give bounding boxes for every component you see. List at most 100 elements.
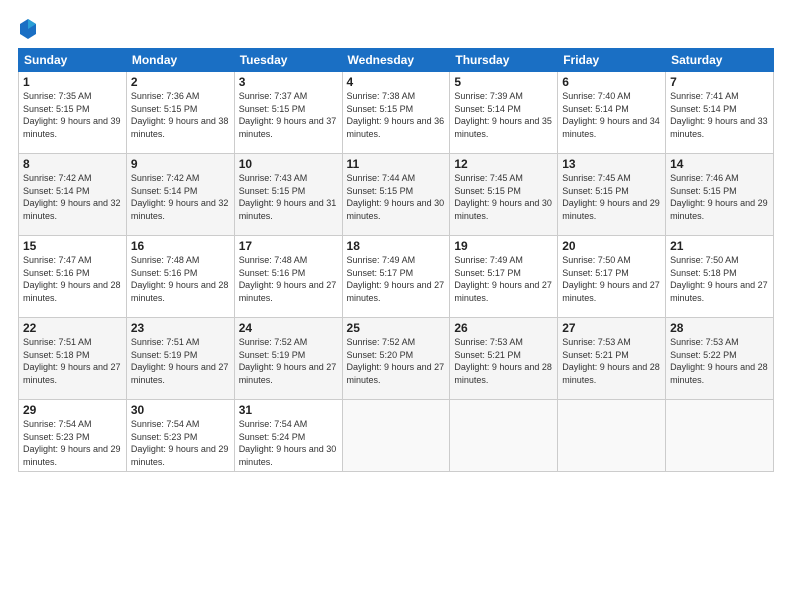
calendar-cell: 31Sunrise: 7:54 AMSunset: 5:24 PMDayligh… bbox=[234, 400, 342, 472]
day-info: Sunrise: 7:48 AMSunset: 5:16 PMDaylight:… bbox=[131, 254, 230, 304]
day-number: 2 bbox=[131, 75, 230, 89]
calendar-cell: 4Sunrise: 7:38 AMSunset: 5:15 PMDaylight… bbox=[342, 72, 450, 154]
day-number: 13 bbox=[562, 157, 661, 171]
day-number: 14 bbox=[670, 157, 769, 171]
day-number: 25 bbox=[347, 321, 446, 335]
day-info: Sunrise: 7:49 AMSunset: 5:17 PMDaylight:… bbox=[454, 254, 553, 304]
calendar-cell bbox=[666, 400, 774, 472]
calendar-cell bbox=[558, 400, 666, 472]
calendar-cell: 18Sunrise: 7:49 AMSunset: 5:17 PMDayligh… bbox=[342, 236, 450, 318]
day-info: Sunrise: 7:54 AMSunset: 5:23 PMDaylight:… bbox=[131, 418, 230, 468]
weekday-header-saturday: Saturday bbox=[666, 49, 774, 72]
day-number: 18 bbox=[347, 239, 446, 253]
day-number: 15 bbox=[23, 239, 122, 253]
calendar-cell: 16Sunrise: 7:48 AMSunset: 5:16 PMDayligh… bbox=[126, 236, 234, 318]
day-info: Sunrise: 7:47 AMSunset: 5:16 PMDaylight:… bbox=[23, 254, 122, 304]
logo bbox=[18, 18, 40, 40]
calendar-cell: 20Sunrise: 7:50 AMSunset: 5:17 PMDayligh… bbox=[558, 236, 666, 318]
day-info: Sunrise: 7:52 AMSunset: 5:20 PMDaylight:… bbox=[347, 336, 446, 386]
day-number: 24 bbox=[239, 321, 338, 335]
day-info: Sunrise: 7:40 AMSunset: 5:14 PMDaylight:… bbox=[562, 90, 661, 140]
day-number: 1 bbox=[23, 75, 122, 89]
day-number: 8 bbox=[23, 157, 122, 171]
weekday-header-friday: Friday bbox=[558, 49, 666, 72]
calendar-cell: 24Sunrise: 7:52 AMSunset: 5:19 PMDayligh… bbox=[234, 318, 342, 400]
calendar-cell: 1Sunrise: 7:35 AMSunset: 5:15 PMDaylight… bbox=[19, 72, 127, 154]
day-info: Sunrise: 7:52 AMSunset: 5:19 PMDaylight:… bbox=[239, 336, 338, 386]
day-number: 27 bbox=[562, 321, 661, 335]
calendar-cell: 13Sunrise: 7:45 AMSunset: 5:15 PMDayligh… bbox=[558, 154, 666, 236]
day-number: 6 bbox=[562, 75, 661, 89]
day-info: Sunrise: 7:49 AMSunset: 5:17 PMDaylight:… bbox=[347, 254, 446, 304]
day-number: 11 bbox=[347, 157, 446, 171]
day-info: Sunrise: 7:53 AMSunset: 5:21 PMDaylight:… bbox=[454, 336, 553, 386]
calendar-cell: 6Sunrise: 7:40 AMSunset: 5:14 PMDaylight… bbox=[558, 72, 666, 154]
calendar-cell: 25Sunrise: 7:52 AMSunset: 5:20 PMDayligh… bbox=[342, 318, 450, 400]
calendar-cell: 14Sunrise: 7:46 AMSunset: 5:15 PMDayligh… bbox=[666, 154, 774, 236]
calendar-week-row: 8Sunrise: 7:42 AMSunset: 5:14 PMDaylight… bbox=[19, 154, 774, 236]
day-info: Sunrise: 7:39 AMSunset: 5:14 PMDaylight:… bbox=[454, 90, 553, 140]
day-info: Sunrise: 7:42 AMSunset: 5:14 PMDaylight:… bbox=[23, 172, 122, 222]
day-number: 30 bbox=[131, 403, 230, 417]
calendar-table: SundayMondayTuesdayWednesdayThursdayFrid… bbox=[18, 48, 774, 472]
day-info: Sunrise: 7:50 AMSunset: 5:18 PMDaylight:… bbox=[670, 254, 769, 304]
calendar-cell: 8Sunrise: 7:42 AMSunset: 5:14 PMDaylight… bbox=[19, 154, 127, 236]
day-number: 12 bbox=[454, 157, 553, 171]
calendar-cell: 15Sunrise: 7:47 AMSunset: 5:16 PMDayligh… bbox=[19, 236, 127, 318]
day-number: 7 bbox=[670, 75, 769, 89]
calendar-cell: 7Sunrise: 7:41 AMSunset: 5:14 PMDaylight… bbox=[666, 72, 774, 154]
day-info: Sunrise: 7:46 AMSunset: 5:15 PMDaylight:… bbox=[670, 172, 769, 222]
day-number: 17 bbox=[239, 239, 338, 253]
weekday-header-tuesday: Tuesday bbox=[234, 49, 342, 72]
calendar-week-row: 22Sunrise: 7:51 AMSunset: 5:18 PMDayligh… bbox=[19, 318, 774, 400]
calendar-cell: 30Sunrise: 7:54 AMSunset: 5:23 PMDayligh… bbox=[126, 400, 234, 472]
day-info: Sunrise: 7:38 AMSunset: 5:15 PMDaylight:… bbox=[347, 90, 446, 140]
day-number: 4 bbox=[347, 75, 446, 89]
day-info: Sunrise: 7:45 AMSunset: 5:15 PMDaylight:… bbox=[454, 172, 553, 222]
calendar-cell: 5Sunrise: 7:39 AMSunset: 5:14 PMDaylight… bbox=[450, 72, 558, 154]
header bbox=[18, 18, 774, 40]
calendar-cell: 19Sunrise: 7:49 AMSunset: 5:17 PMDayligh… bbox=[450, 236, 558, 318]
day-number: 10 bbox=[239, 157, 338, 171]
weekday-header-sunday: Sunday bbox=[19, 49, 127, 72]
calendar-cell: 12Sunrise: 7:45 AMSunset: 5:15 PMDayligh… bbox=[450, 154, 558, 236]
day-number: 29 bbox=[23, 403, 122, 417]
day-number: 28 bbox=[670, 321, 769, 335]
calendar-cell: 17Sunrise: 7:48 AMSunset: 5:16 PMDayligh… bbox=[234, 236, 342, 318]
calendar-cell: 27Sunrise: 7:53 AMSunset: 5:21 PMDayligh… bbox=[558, 318, 666, 400]
day-number: 16 bbox=[131, 239, 230, 253]
calendar-cell: 26Sunrise: 7:53 AMSunset: 5:21 PMDayligh… bbox=[450, 318, 558, 400]
day-number: 19 bbox=[454, 239, 553, 253]
day-info: Sunrise: 7:35 AMSunset: 5:15 PMDaylight:… bbox=[23, 90, 122, 140]
calendar-cell: 22Sunrise: 7:51 AMSunset: 5:18 PMDayligh… bbox=[19, 318, 127, 400]
logo-icon bbox=[19, 18, 37, 40]
calendar-cell: 10Sunrise: 7:43 AMSunset: 5:15 PMDayligh… bbox=[234, 154, 342, 236]
page-container: SundayMondayTuesdayWednesdayThursdayFrid… bbox=[0, 0, 792, 612]
calendar-week-row: 15Sunrise: 7:47 AMSunset: 5:16 PMDayligh… bbox=[19, 236, 774, 318]
day-number: 26 bbox=[454, 321, 553, 335]
day-info: Sunrise: 7:54 AMSunset: 5:23 PMDaylight:… bbox=[23, 418, 122, 468]
day-number: 23 bbox=[131, 321, 230, 335]
day-number: 5 bbox=[454, 75, 553, 89]
day-number: 31 bbox=[239, 403, 338, 417]
day-info: Sunrise: 7:41 AMSunset: 5:14 PMDaylight:… bbox=[670, 90, 769, 140]
calendar-cell: 28Sunrise: 7:53 AMSunset: 5:22 PMDayligh… bbox=[666, 318, 774, 400]
calendar-cell bbox=[342, 400, 450, 472]
day-number: 22 bbox=[23, 321, 122, 335]
day-info: Sunrise: 7:44 AMSunset: 5:15 PMDaylight:… bbox=[347, 172, 446, 222]
day-number: 21 bbox=[670, 239, 769, 253]
weekday-header-row: SundayMondayTuesdayWednesdayThursdayFrid… bbox=[19, 49, 774, 72]
calendar-cell: 2Sunrise: 7:36 AMSunset: 5:15 PMDaylight… bbox=[126, 72, 234, 154]
weekday-header-thursday: Thursday bbox=[450, 49, 558, 72]
calendar-cell: 23Sunrise: 7:51 AMSunset: 5:19 PMDayligh… bbox=[126, 318, 234, 400]
calendar-week-row: 29Sunrise: 7:54 AMSunset: 5:23 PMDayligh… bbox=[19, 400, 774, 472]
calendar-week-row: 1Sunrise: 7:35 AMSunset: 5:15 PMDaylight… bbox=[19, 72, 774, 154]
day-number: 3 bbox=[239, 75, 338, 89]
day-info: Sunrise: 7:51 AMSunset: 5:18 PMDaylight:… bbox=[23, 336, 122, 386]
calendar-cell: 9Sunrise: 7:42 AMSunset: 5:14 PMDaylight… bbox=[126, 154, 234, 236]
day-info: Sunrise: 7:45 AMSunset: 5:15 PMDaylight:… bbox=[562, 172, 661, 222]
day-number: 20 bbox=[562, 239, 661, 253]
day-info: Sunrise: 7:53 AMSunset: 5:21 PMDaylight:… bbox=[562, 336, 661, 386]
weekday-header-wednesday: Wednesday bbox=[342, 49, 450, 72]
day-info: Sunrise: 7:50 AMSunset: 5:17 PMDaylight:… bbox=[562, 254, 661, 304]
